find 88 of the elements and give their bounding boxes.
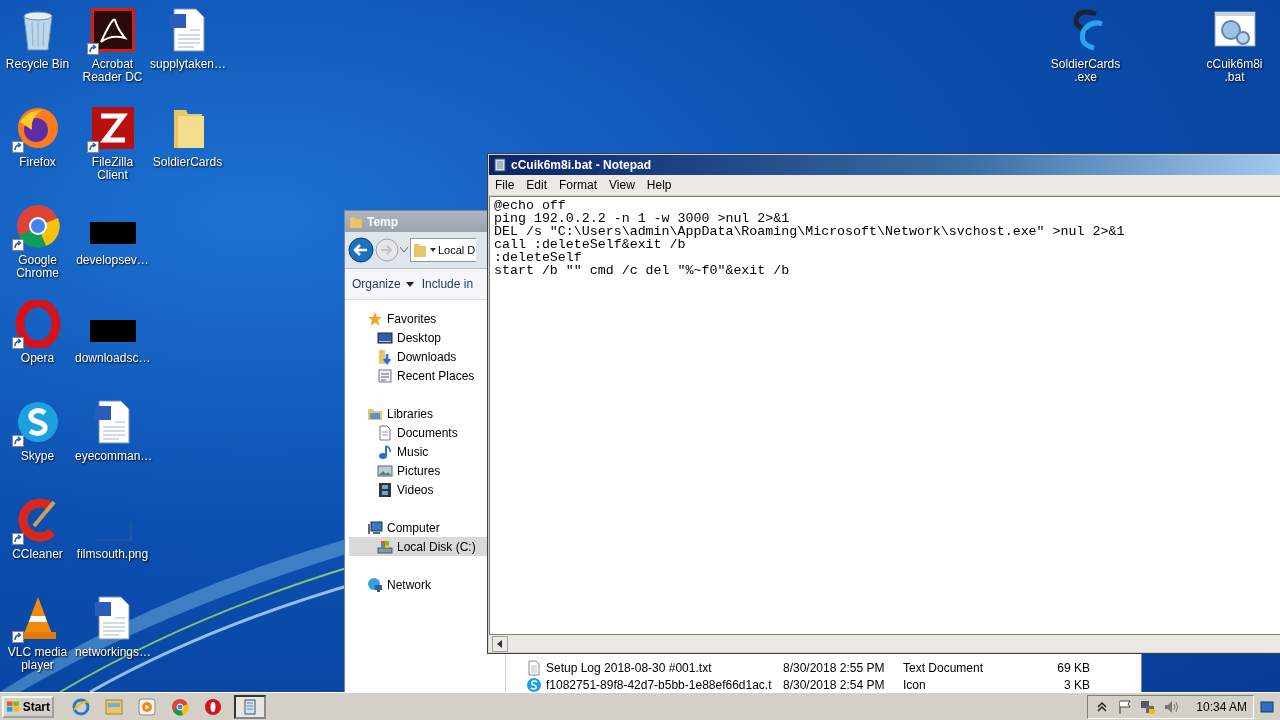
address-bar[interactable]: Local D xyxy=(410,238,477,262)
picture-icon xyxy=(377,462,393,479)
show-desktop-icon[interactable] xyxy=(1260,699,1274,714)
start-button[interactable]: Start xyxy=(2,695,54,718)
network-icon[interactable] xyxy=(1140,698,1157,715)
star-icon xyxy=(367,310,383,327)
code-line: @echo off xyxy=(494,199,567,212)
scroll-left-button-icon[interactable] xyxy=(492,635,508,652)
horizontal-scrollbar[interactable] xyxy=(489,635,1280,652)
menu-item[interactable]: Help xyxy=(640,178,678,192)
browser-icon[interactable] xyxy=(204,697,222,716)
pdf-reader-icon[interactable] xyxy=(88,6,137,54)
nav-item[interactable]: Network xyxy=(349,575,487,594)
media-player-icon[interactable] xyxy=(138,697,156,716)
browser-icon[interactable] xyxy=(171,697,189,716)
icon-label[interactable]: eyecomman… xyxy=(75,450,150,463)
nav-item[interactable]: Music xyxy=(349,442,487,461)
icon-label[interactable]: VLC media player xyxy=(0,646,75,672)
nav-item[interactable]: Desktop xyxy=(349,328,487,347)
code-line: :deleteSelf xyxy=(494,251,583,264)
recent-places-icon xyxy=(377,367,393,384)
flag-icon[interactable] xyxy=(1117,698,1134,715)
icon-label[interactable]: Skype xyxy=(0,450,75,463)
menu-item[interactable]: Format xyxy=(553,178,604,192)
menu-item[interactable]: Edit xyxy=(520,178,554,192)
code-line: call :deleteSelf&exit /b xyxy=(494,238,687,251)
network-icon xyxy=(367,576,383,593)
toolbar-button[interactable]: Include in xyxy=(418,275,477,293)
computer-icon xyxy=(367,519,383,536)
nav-item[interactable]: Computer xyxy=(349,518,487,537)
folder-icon xyxy=(412,242,428,258)
icon-label[interactable]: SoldierCards.exe xyxy=(1048,58,1123,84)
nav-item[interactable]: Documents xyxy=(349,423,487,442)
nav-item[interactable]: Libraries xyxy=(349,404,487,423)
code-line: ping 192.0.2.2 -n 1 -w 3000 >nul 2>&1 xyxy=(494,212,791,225)
icon-label[interactable]: cCuik6m8i.bat xyxy=(1197,58,1272,84)
file-size: 69 KB xyxy=(1056,660,1090,675)
code-line: start /b "" cmd /c del "%~f0"&exit /b xyxy=(494,264,791,277)
windows-logo-icon xyxy=(6,699,21,714)
clock[interactable]: 10:34 AM xyxy=(1196,699,1247,714)
icon-label[interactable]: FileZilla Client xyxy=(75,156,150,182)
caret-icon xyxy=(430,248,436,252)
icon-label[interactable]: Recycle Bin xyxy=(0,58,75,71)
nav-item[interactable]: Pictures xyxy=(349,461,487,480)
back-button-icon[interactable] xyxy=(348,237,374,263)
icon-label[interactable]: networkings… xyxy=(75,646,150,659)
file-type: Icon xyxy=(903,677,927,692)
nav-item[interactable]: Videos xyxy=(349,480,487,499)
menu-item[interactable]: File xyxy=(489,178,521,192)
file-size: 3 KB xyxy=(1063,677,1090,692)
notepad-icon xyxy=(242,698,258,715)
icon-label[interactable]: filmsouth.png xyxy=(75,548,150,561)
caret-icon[interactable] xyxy=(400,247,408,253)
music-note-icon xyxy=(377,443,393,460)
browser-icon[interactable] xyxy=(13,300,62,348)
film-icon xyxy=(377,481,393,498)
folder-icon xyxy=(349,214,363,229)
document-icon xyxy=(377,424,393,441)
file-name[interactable]: Setup Log 2018-08-30 #001.txt xyxy=(546,660,783,675)
toolbar-button[interactable]: Organize xyxy=(349,275,417,293)
icon-label[interactable]: Google Chrome xyxy=(0,254,75,280)
icon-label[interactable]: Opera xyxy=(0,352,75,365)
notepad-icon xyxy=(493,158,507,172)
text-file-icon xyxy=(526,659,542,676)
nav-item[interactable]: Favorites xyxy=(349,309,487,328)
nav-item[interactable]: Downloads xyxy=(349,347,487,366)
nav-item[interactable]: Local Disk (C:) xyxy=(349,537,487,556)
download-folder-icon xyxy=(377,348,393,365)
window-title: Temp xyxy=(367,214,399,229)
icon-label[interactable]: SoldierCards xyxy=(150,156,225,169)
monitor-icon xyxy=(377,329,393,346)
icon-label[interactable]: developsev… xyxy=(75,254,150,267)
address-text: Local D xyxy=(438,244,476,256)
disk-drive-icon xyxy=(377,538,393,555)
icon-label[interactable]: supplytaken… xyxy=(150,58,225,71)
icon-label[interactable]: downloadsc… xyxy=(75,352,150,365)
file-date: 8/30/2018 2:54 PM xyxy=(783,677,886,692)
icon-label[interactable]: CCleaner xyxy=(0,548,75,561)
menu-item[interactable]: View xyxy=(603,178,641,192)
window-title: cCuik6m8i.bat - Notepad xyxy=(511,158,652,172)
code-line: DEL /s "C:\Users\admin\AppData\Roaming\Microsoft\Network\svchost.exe" >nul 2>&1 xyxy=(494,225,1126,238)
icon-label[interactable]: Firefox xyxy=(0,156,75,169)
nav-item[interactable]: Recent Places xyxy=(349,366,487,385)
file-date: 8/30/2018 2:55 PM xyxy=(783,660,886,675)
file-name[interactable]: f1082751-89f8-42d7-b5bb-1e88ef66d1ac.t xyxy=(546,677,783,692)
icon-label[interactable]: Acrobat Reader DC xyxy=(75,58,150,84)
file-type: Text Document xyxy=(903,660,985,675)
taskbar-window-button[interactable] xyxy=(234,694,266,719)
